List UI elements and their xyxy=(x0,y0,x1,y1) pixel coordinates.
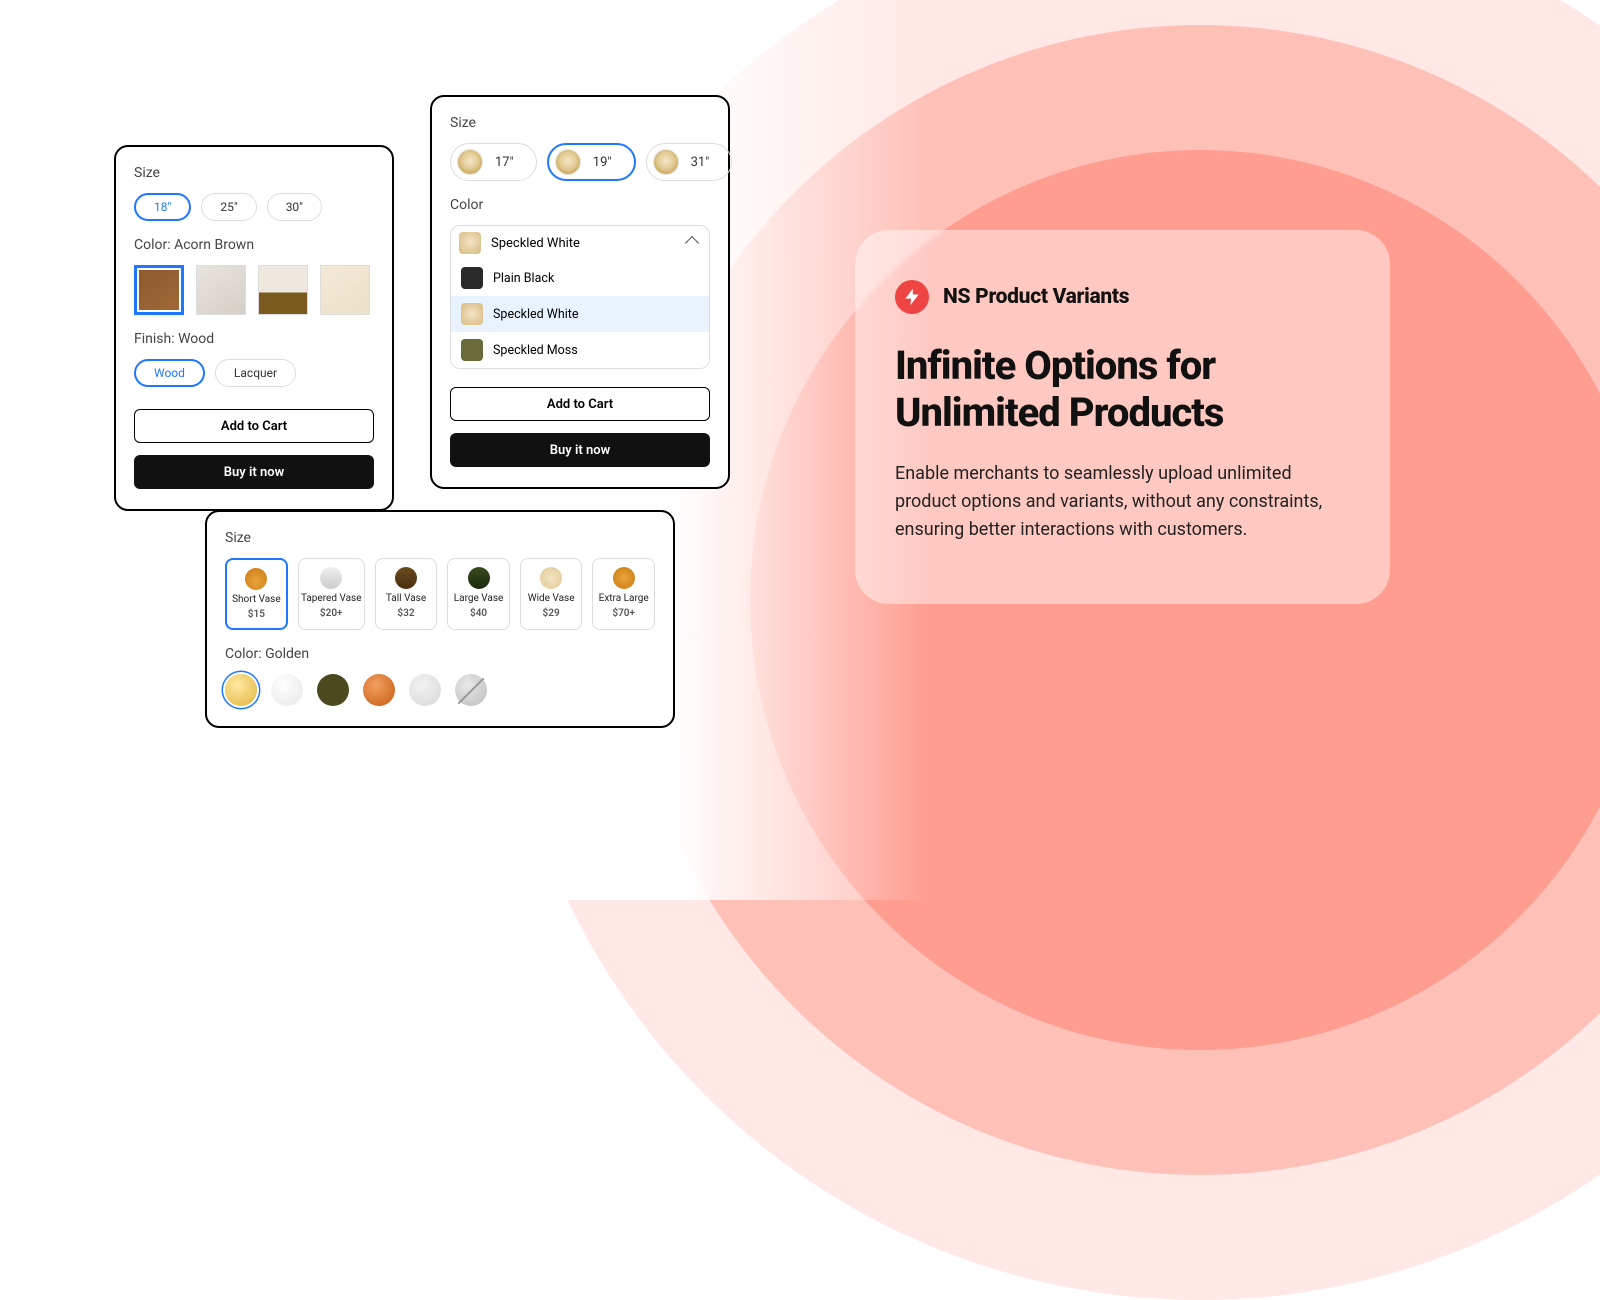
tile-price: $20+ xyxy=(320,608,343,619)
add-to-cart-button[interactable]: Add to Cart xyxy=(134,409,374,443)
color-option-label: Speckled White xyxy=(493,307,579,322)
tile-name: Tapered Vase xyxy=(301,593,362,604)
lamp-icon xyxy=(461,267,483,289)
variant-card-a: Size 18" 25" 30" Color: Acorn Brown Fini… xyxy=(114,145,394,511)
color-option-plain-black[interactable]: Plain Black xyxy=(451,260,709,296)
color-circle-silver-unavailable[interactable] xyxy=(455,674,487,706)
color-label: Color xyxy=(450,197,710,213)
size-option-label: 31" xyxy=(691,155,710,170)
color-circle-olive[interactable] xyxy=(317,674,349,706)
color-label: Color: Acorn Brown xyxy=(134,237,374,253)
tile-name: Tall Vase xyxy=(386,593,426,604)
size-option-25[interactable]: 25" xyxy=(201,193,256,221)
size-option-18[interactable]: 18" xyxy=(134,193,191,221)
size-tile-wide-vase[interactable]: Wide Vase $29 xyxy=(520,558,583,630)
finish-label: Finish: Wood xyxy=(134,331,374,347)
lamp-icon xyxy=(459,232,481,254)
color-option-label: Speckled Moss xyxy=(493,343,578,358)
info-panel: NS Product Variants Infinite Options for… xyxy=(855,230,1390,604)
tile-name: Short Vase xyxy=(232,594,281,605)
lamp-icon xyxy=(653,149,679,175)
size-option-19[interactable]: 19" xyxy=(547,143,636,181)
size-tile-tall-vase[interactable]: Tall Vase $32 xyxy=(375,558,438,630)
color-circle-golden[interactable] xyxy=(225,674,257,706)
size-option-31[interactable]: 31" xyxy=(646,143,733,181)
variant-card-c: Size Short Vase $15 Tapered Vase $20+ Ta… xyxy=(205,510,675,728)
tile-price: $32 xyxy=(397,608,414,619)
color-dropdown-list: Plain Black Speckled White Speckled Moss xyxy=(451,260,709,368)
tile-price: $40 xyxy=(470,608,487,619)
buy-now-button[interactable]: Buy it now xyxy=(134,455,374,489)
description: Enable merchants to seamlessly upload un… xyxy=(895,460,1350,544)
color-circle-white[interactable] xyxy=(271,674,303,706)
color-circle-copper[interactable] xyxy=(363,674,395,706)
lamp-icon xyxy=(461,303,483,325)
size-option-label: 19" xyxy=(593,155,612,170)
lamp-icon xyxy=(555,149,581,175)
color-option-speckled-white[interactable]: Speckled White xyxy=(451,296,709,332)
color-swatch-two-tone[interactable] xyxy=(258,265,308,315)
lamp-icon xyxy=(457,149,483,175)
lamp-icon xyxy=(461,339,483,361)
tile-name: Large Vase xyxy=(454,593,504,604)
add-to-cart-button[interactable]: Add to Cart xyxy=(450,387,710,421)
vase-icon xyxy=(245,568,267,590)
color-swatch-acorn-brown[interactable] xyxy=(134,265,184,315)
finish-option-wood[interactable]: Wood xyxy=(134,359,205,387)
chevron-up-icon xyxy=(685,236,699,250)
size-option-17[interactable]: 17" xyxy=(450,143,537,181)
dropdown-selected-label: Speckled White xyxy=(491,236,580,251)
size-tile-short-vase[interactable]: Short Vase $15 xyxy=(225,558,288,630)
tile-price: $29 xyxy=(543,608,560,619)
tile-name: Wide Vase xyxy=(528,593,575,604)
color-option-label: Plain Black xyxy=(493,271,554,286)
size-tile-tapered-vase[interactable]: Tapered Vase $20+ xyxy=(298,558,365,630)
size-tile-extra-large[interactable]: Extra Large $70+ xyxy=(592,558,655,630)
color-swatch-cream[interactable] xyxy=(320,265,370,315)
tile-price: $15 xyxy=(248,609,265,620)
variant-card-b: Size 17" 19" 31" Color Speckled White Pl… xyxy=(430,95,730,489)
color-swatch-grey[interactable] xyxy=(196,265,246,315)
vase-icon xyxy=(395,567,417,589)
vase-icon xyxy=(320,567,342,589)
tile-name: Extra Large xyxy=(599,593,649,604)
size-label: Size xyxy=(134,165,374,181)
color-circle-grey[interactable] xyxy=(409,674,441,706)
size-option-label: 17" xyxy=(495,155,514,170)
brand-logo-icon xyxy=(895,280,929,314)
vase-icon xyxy=(468,567,490,589)
color-label: Color: Golden xyxy=(225,646,655,662)
color-dropdown-toggle[interactable]: Speckled White xyxy=(451,226,709,260)
color-dropdown: Speckled White Plain Black Speckled Whit… xyxy=(450,225,710,369)
size-tile-large-vase[interactable]: Large Vase $40 xyxy=(447,558,510,630)
headline: Infinite Options for Unlimited Products xyxy=(895,342,1350,436)
size-label: Size xyxy=(225,530,655,546)
size-label: Size xyxy=(450,115,710,131)
tile-price: $70+ xyxy=(612,608,635,619)
color-option-speckled-moss[interactable]: Speckled Moss xyxy=(451,332,709,368)
vase-icon xyxy=(613,567,635,589)
buy-now-button[interactable]: Buy it now xyxy=(450,433,710,467)
size-option-30[interactable]: 30" xyxy=(267,193,322,221)
finish-option-lacquer[interactable]: Lacquer xyxy=(215,359,296,387)
brand-name: NS Product Variants xyxy=(943,285,1129,309)
vase-icon xyxy=(540,567,562,589)
